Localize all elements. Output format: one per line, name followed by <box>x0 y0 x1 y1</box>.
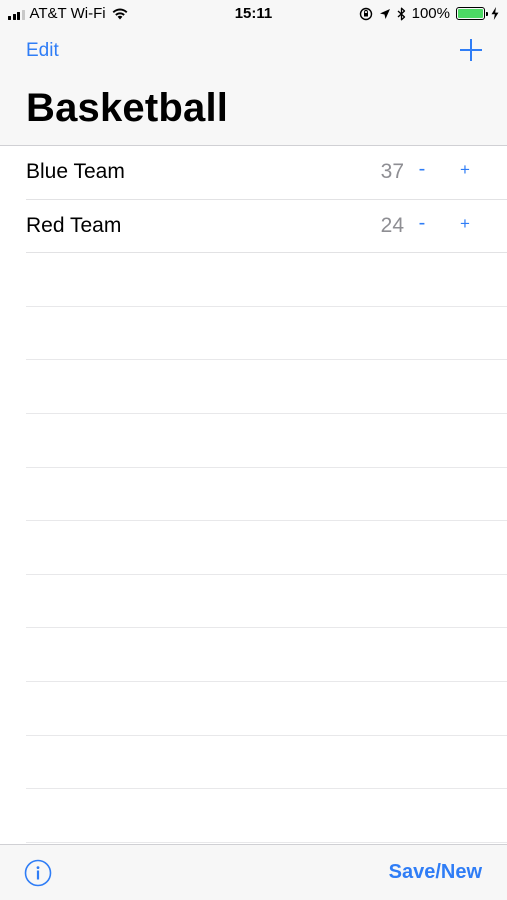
orientation-lock-icon <box>359 7 372 20</box>
navigation-bar: Edit Basketball <box>0 28 507 146</box>
add-team-button[interactable] <box>457 36 485 64</box>
info-icon <box>24 859 52 887</box>
empty-row <box>26 682 507 736</box>
team-name[interactable]: Blue Team <box>26 160 125 184</box>
team-row: Blue Team 37 - + <box>26 146 507 200</box>
decrement-score-button[interactable]: - <box>415 158 429 181</box>
team-name[interactable]: Red Team <box>26 214 121 238</box>
increment-score-button[interactable]: + <box>458 160 472 180</box>
empty-row <box>26 521 507 575</box>
decrement-score-button[interactable]: - <box>415 212 429 235</box>
empty-row <box>26 360 507 414</box>
status-right: 100% <box>359 5 499 22</box>
page-title: Basketball <box>26 86 229 130</box>
increment-score-button[interactable]: + <box>458 214 472 234</box>
status-bar: AT&T Wi-Fi 15:11 100% <box>0 0 507 28</box>
bottom-toolbar: Save/New <box>0 844 507 900</box>
empty-row <box>26 628 507 682</box>
plus-icon <box>460 39 482 61</box>
battery-percent: 100% <box>411 5 450 22</box>
empty-row <box>26 736 507 790</box>
empty-row <box>26 307 507 361</box>
empty-row <box>26 575 507 629</box>
team-row: Red Team 24 - + <box>26 200 507 254</box>
empty-row <box>26 253 507 307</box>
save-new-button[interactable]: Save/New <box>389 861 482 884</box>
empty-row <box>26 414 507 468</box>
team-score: 37 <box>380 160 404 183</box>
charging-bolt-icon <box>491 7 499 20</box>
info-button[interactable] <box>24 859 52 887</box>
empty-row <box>26 468 507 522</box>
location-arrow-icon <box>379 8 390 19</box>
bluetooth-icon <box>397 7 405 20</box>
team-score: 24 <box>380 213 404 237</box>
empty-row <box>26 789 507 843</box>
team-table: Blue Team 37 - + Red Team 24 - + <box>0 146 507 844</box>
edit-button[interactable]: Edit <box>26 40 59 62</box>
app-screen: AT&T Wi-Fi 15:11 100% Edit Basketball Bl… <box>0 0 507 900</box>
battery-icon <box>456 7 488 20</box>
